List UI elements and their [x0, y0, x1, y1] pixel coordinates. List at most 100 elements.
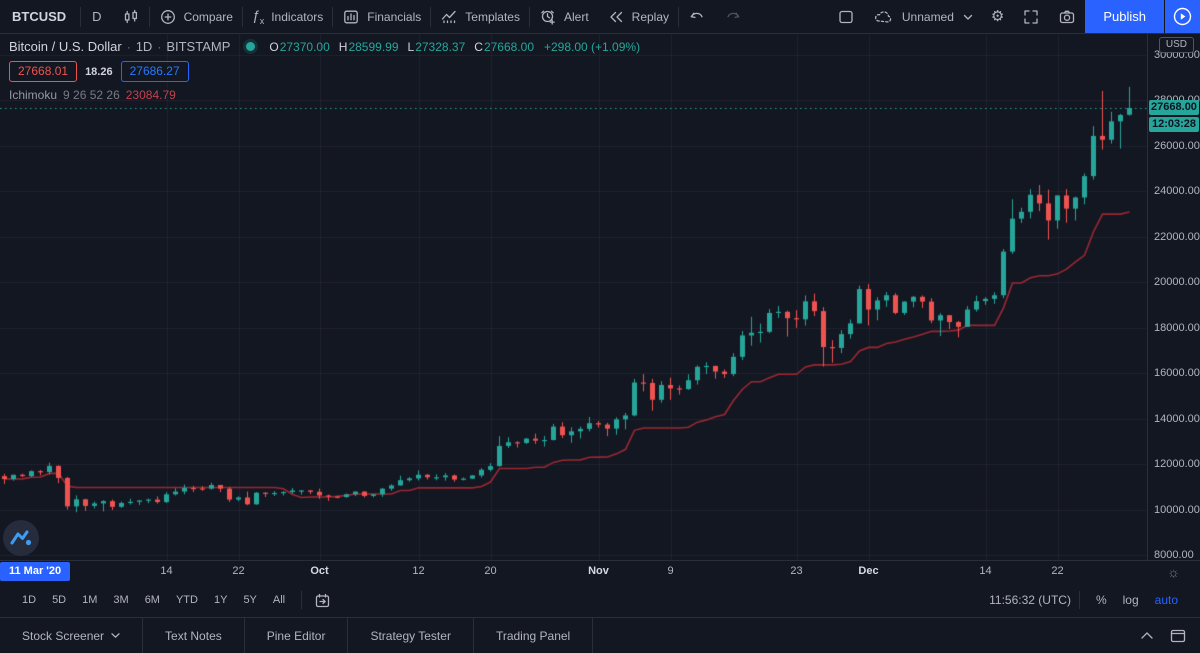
- time-tick-label: 12: [412, 565, 425, 577]
- legend-interval[interactable]: 1D: [136, 39, 153, 54]
- auto-scale-button[interactable]: auto: [1147, 589, 1186, 611]
- sell-price-button[interactable]: 27668.01: [9, 61, 78, 82]
- chart-pane[interactable]: [0, 34, 1147, 560]
- financials-button[interactable]: Financials: [333, 0, 430, 33]
- percent-scale-button[interactable]: %: [1088, 589, 1115, 611]
- time-tick-label: Nov: [588, 565, 609, 577]
- alert-label: Alert: [563, 9, 589, 24]
- go-to-date-button[interactable]: [310, 590, 335, 611]
- bar-countdown-label: 12:03:28: [1149, 117, 1199, 132]
- gear-icon: ⚙: [990, 8, 1005, 25]
- chart-legend: Bitcoin / U.S. Dollar · 1D · BITSTAMP O2…: [9, 39, 641, 102]
- axis-settings-corner[interactable]: ☼: [1147, 560, 1200, 583]
- last-price-label: 27668.00: [1149, 100, 1199, 115]
- replay-icon: [607, 8, 625, 26]
- toolbar-separator: [301, 591, 303, 609]
- layout-square-icon: [837, 8, 855, 26]
- range-1d-button[interactable]: 1D: [14, 590, 44, 610]
- symbol-title[interactable]: Bitcoin / U.S. Dollar: [9, 39, 122, 54]
- tab-trading-panel[interactable]: Trading Panel: [474, 618, 594, 653]
- undo-arrow-icon: [688, 8, 706, 26]
- alarm-clock-icon: [539, 8, 557, 26]
- time-axis[interactable]: 11 Mar '20 14 22 Oct 12 20 Nov 9 23 Dec 14 22: [0, 560, 1147, 583]
- price-tick-label: 22000.00: [1154, 230, 1200, 243]
- price-tick-label: 20000.00: [1154, 276, 1200, 289]
- log-scale-button[interactable]: log: [1115, 589, 1147, 611]
- range-3m-button[interactable]: 3M: [105, 590, 136, 610]
- time-tick-label: Oct: [310, 565, 329, 577]
- fullscreen-button[interactable]: [1013, 0, 1049, 33]
- main-chart-canvas[interactable]: [0, 34, 1147, 560]
- time-tick-label: 14: [979, 565, 992, 577]
- compare-button[interactable]: Compare: [150, 0, 242, 33]
- tab-strategy-tester[interactable]: Strategy Tester: [348, 618, 474, 653]
- templates-button[interactable]: Templates: [431, 0, 529, 33]
- time-tick-label: 22: [232, 565, 245, 577]
- replay-label: Replay: [631, 9, 670, 24]
- spread-value: 18.26: [85, 65, 113, 78]
- chart-style-button[interactable]: [113, 0, 149, 33]
- chevron-down-icon: [111, 632, 120, 639]
- currency-toggle-button[interactable]: USD: [1158, 37, 1194, 53]
- tab-stock-screener[interactable]: Stock Screener: [0, 618, 144, 653]
- camera-icon: [1058, 8, 1076, 26]
- time-axis-range-start-label: 11 Mar '20: [0, 562, 71, 581]
- market-status-dot[interactable]: [246, 42, 256, 51]
- range-5d-button[interactable]: 5D: [44, 590, 74, 610]
- wave-icon: [440, 8, 458, 26]
- save-layout-button[interactable]: [828, 0, 864, 33]
- snapshot-button[interactable]: [1049, 0, 1085, 33]
- tab-text-notes[interactable]: Text Notes: [143, 618, 245, 653]
- indicators-label: Indicators: [271, 9, 324, 24]
- maximize-panel-button[interactable]: [1170, 629, 1186, 643]
- time-tick-label: 14: [160, 565, 173, 577]
- redo-button[interactable]: [715, 0, 751, 33]
- time-tick-label: 20: [484, 565, 497, 577]
- chevron-down-icon: [963, 13, 973, 21]
- bottom-panel-tabs: Stock Screener Text Notes Pine Editor St…: [0, 618, 1200, 653]
- time-tick-label: 22: [1051, 565, 1064, 577]
- interval-button[interactable]: D: [81, 0, 112, 33]
- price-tick-label: 18000.00: [1154, 321, 1200, 334]
- replay-button[interactable]: Replay: [598, 0, 678, 33]
- plus-circle-icon: [159, 8, 177, 26]
- bottom-toolbar: 1D 5D 1M 3M 6M YTD 1Y 5Y All 11:56:32 (U…: [0, 583, 1200, 618]
- publish-menu-button[interactable]: [1164, 0, 1200, 33]
- range-ytd-button[interactable]: YTD: [168, 590, 206, 610]
- collapse-panel-button[interactable]: [1140, 631, 1154, 640]
- change-value: +298.00 (+1.09%): [544, 39, 641, 54]
- time-tick-label: 23: [790, 565, 803, 577]
- range-all-button[interactable]: All: [265, 590, 293, 610]
- redo-arrow-icon: [724, 8, 742, 26]
- price-axis[interactable]: USD 27668.00 12:03:28 30000.0028000.0026…: [1147, 34, 1200, 561]
- indicator-name[interactable]: Ichimoku: [9, 88, 57, 102]
- range-1m-button[interactable]: 1M: [74, 590, 105, 610]
- ohlc-values: O27370.00 H28599.99 L27328.37 C27668.00 …: [269, 39, 641, 54]
- symbol-button[interactable]: BTCUSD: [0, 0, 80, 33]
- range-6m-button[interactable]: 6M: [137, 590, 168, 610]
- range-1y-button[interactable]: 1Y: [206, 590, 235, 610]
- bar-chart-icon: [342, 8, 360, 26]
- price-tick-label: 12000.00: [1154, 458, 1200, 471]
- price-tick-label: 26000.00: [1154, 139, 1200, 152]
- chart-settings-button[interactable]: ⚙: [982, 0, 1013, 33]
- clock-utc[interactable]: 11:56:32 (UTC): [989, 593, 1071, 607]
- price-tick-label: 14000.00: [1154, 412, 1200, 425]
- publish-button[interactable]: Publish: [1085, 0, 1164, 33]
- price-tick-label: 24000.00: [1154, 185, 1200, 198]
- toolbar-separator: [1078, 591, 1080, 609]
- indicators-button[interactable]: ƒx Indicators: [243, 0, 332, 33]
- indicator-params: 9 26 52 26: [63, 88, 120, 102]
- cloud-layout-button[interactable]: Unnamed: [864, 0, 982, 33]
- range-5y-button[interactable]: 5Y: [235, 590, 264, 610]
- tab-pine-editor[interactable]: Pine Editor: [245, 618, 349, 653]
- undo-button[interactable]: [679, 0, 715, 33]
- top-toolbar: BTCUSD D Compare ƒx Indicators Financial…: [0, 0, 1200, 34]
- legend-exchange[interactable]: BITSTAMP: [166, 39, 230, 54]
- buy-price-button[interactable]: 27686.27: [120, 61, 189, 82]
- alert-button[interactable]: Alert: [530, 0, 598, 33]
- price-tick-label: 10000.00: [1154, 503, 1200, 516]
- layout-name-label: Unnamed: [901, 9, 954, 24]
- tradingview-logo: [2, 519, 40, 557]
- fx-icon: ƒx: [251, 7, 265, 26]
